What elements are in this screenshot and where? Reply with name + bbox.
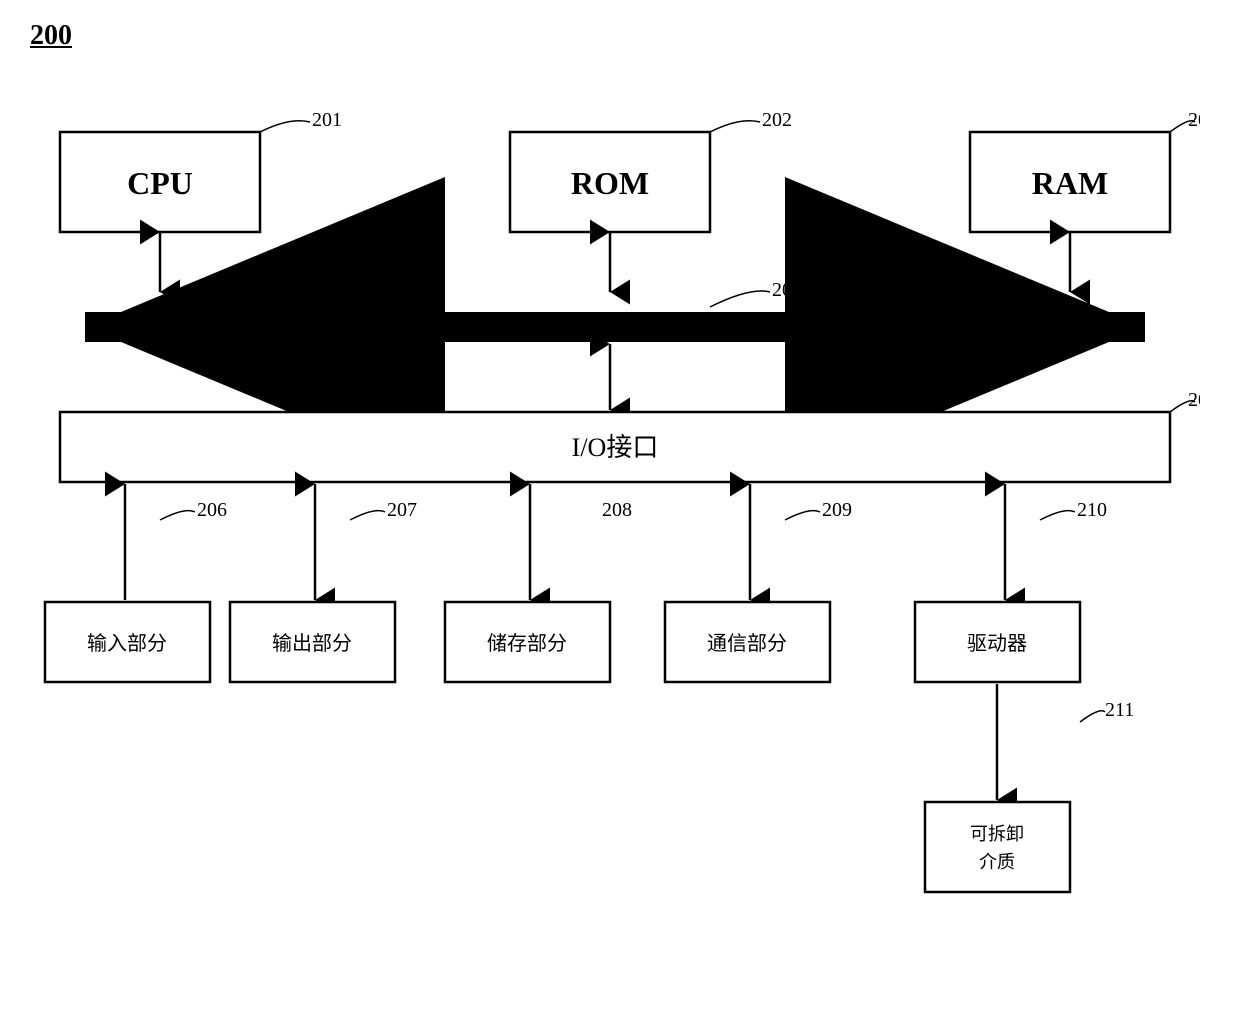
figure-label: 200: [30, 20, 72, 52]
svg-text:210: 210: [1077, 499, 1107, 521]
svg-text:205: 205: [1188, 389, 1200, 411]
svg-text:211: 211: [1105, 699, 1134, 721]
svg-text:206: 206: [197, 499, 227, 521]
svg-text:208: 208: [602, 499, 632, 521]
svg-text:输出部分: 输出部分: [272, 632, 352, 655]
svg-text:介质: 介质: [979, 852, 1015, 872]
svg-text:ROM: ROM: [571, 165, 649, 201]
svg-text:可拆卸: 可拆卸: [970, 824, 1024, 844]
svg-text:207: 207: [387, 499, 417, 521]
svg-text:RAM: RAM: [1032, 165, 1108, 201]
svg-text:通信部分: 通信部分: [707, 632, 787, 655]
svg-text:201: 201: [312, 109, 342, 131]
svg-text:CPU: CPU: [127, 165, 193, 201]
svg-text:202: 202: [762, 109, 792, 131]
svg-text:204: 204: [772, 279, 802, 301]
svg-text:输入部分: 输入部分: [87, 632, 167, 655]
svg-text:驱动器: 驱动器: [967, 632, 1027, 655]
svg-text:I/O接口: I/O接口: [572, 433, 659, 462]
svg-text:203: 203: [1188, 109, 1200, 131]
svg-text:209: 209: [822, 499, 852, 521]
svg-text:储存部分: 储存部分: [487, 632, 567, 655]
